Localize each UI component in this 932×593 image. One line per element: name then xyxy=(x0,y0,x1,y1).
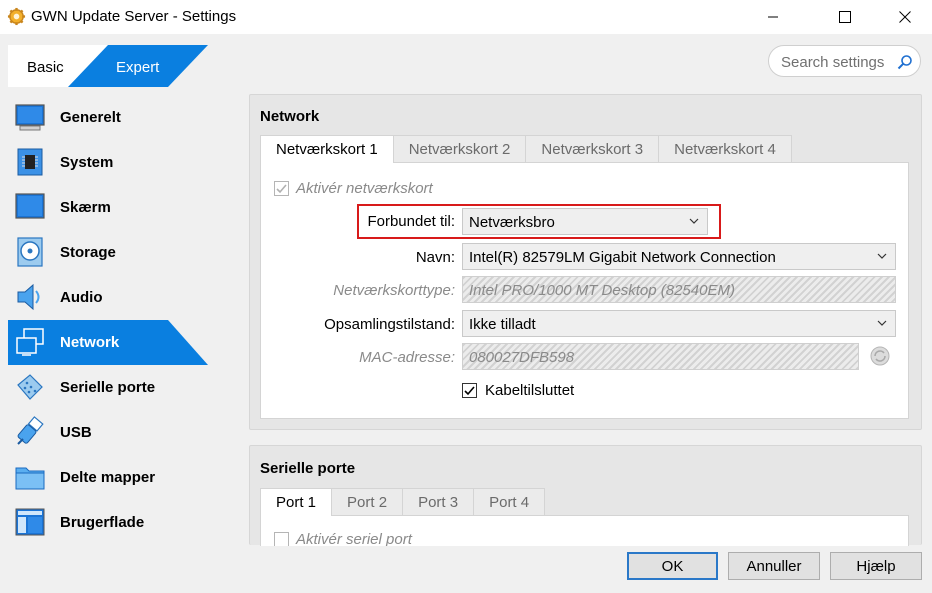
cable-connected-label: Kabeltilsluttet xyxy=(485,382,575,399)
mode-switch: Basic Expert xyxy=(8,45,208,87)
sidebar-item-label: Storage xyxy=(60,244,116,261)
sidebar-item-label: Network xyxy=(60,334,120,351)
disk-icon xyxy=(17,237,43,267)
user-interface-icon xyxy=(15,508,45,536)
adapter-type-value: Intel PRO/1000 MT Desktop (82540EM) xyxy=(469,282,735,299)
mac-address-value: 080027DFB598 xyxy=(469,349,575,366)
name-select[interactable]: Intel(R) 82579LM Gigabit Network Connect… xyxy=(462,243,896,270)
sidebar-item-brugerflade[interactable]: Brugerflade xyxy=(8,500,208,545)
network-panel: Network Netværkskort 1 Netværkskort 2 Ne… xyxy=(249,94,922,430)
minimize-icon xyxy=(768,16,778,18)
folder-icon xyxy=(15,467,45,490)
tab-port-4[interactable]: Port 4 xyxy=(473,488,546,515)
name-value: Intel(R) 82579LM Gigabit Network Connect… xyxy=(469,249,776,266)
sidebar-item-label: Delte mapper xyxy=(60,469,156,486)
search-box xyxy=(768,45,921,77)
chevron-down-icon xyxy=(877,253,887,259)
cable-connected-checkbox[interactable] xyxy=(462,383,477,398)
serial-panel-title: Serielle porte xyxy=(260,460,356,477)
gear-app-icon xyxy=(7,7,26,26)
maximize-button[interactable] xyxy=(822,0,868,34)
network-adapter-tabs: Netværkskort 1 Netværkskort 2 Netværksko… xyxy=(260,135,792,163)
enable-adapter-label: Aktivér netværkskort xyxy=(296,180,433,197)
sidebar-item-skaerm[interactable]: Skærm xyxy=(8,185,208,230)
tab-port-3[interactable]: Port 3 xyxy=(402,488,475,515)
tab-adapter-4[interactable]: Netværkskort 4 xyxy=(658,135,792,162)
sidebar-item-storage[interactable]: Storage xyxy=(8,230,208,275)
mac-address-field[interactable]: 080027DFB598 xyxy=(462,343,859,370)
attached-to-label: Forbundet til: xyxy=(367,213,455,230)
tab-adapter-3[interactable]: Netværkskort 3 xyxy=(525,135,660,162)
sidebar-item-generelt[interactable]: Generelt xyxy=(8,95,208,140)
tab-port-2[interactable]: Port 2 xyxy=(331,488,404,515)
sidebar-item-label: Brugerflade xyxy=(60,514,145,531)
network-adapter-body: Aktivér netværkskort Forbundet til: Netv… xyxy=(260,162,909,419)
adapter-type-select[interactable]: Intel PRO/1000 MT Desktop (82540EM) xyxy=(462,276,896,303)
tab-adapter-1[interactable]: Netværkskort 1 xyxy=(260,135,394,163)
sidebar-item-delte-mapper[interactable]: Delte mapper xyxy=(8,455,208,500)
minimize-button[interactable] xyxy=(750,0,796,34)
enable-serial-label: Aktivér seriel port xyxy=(296,531,412,546)
title-bar: GWN Update Server - Settings xyxy=(0,0,932,34)
promiscuous-mode-value: Ikke tilladt xyxy=(469,316,536,333)
enable-adapter-checkbox[interactable] xyxy=(274,181,289,196)
serial-port-body: Aktivér seriel port xyxy=(260,515,909,546)
chevron-down-icon xyxy=(877,320,887,326)
sidebar-item-label: Generelt xyxy=(60,109,121,126)
maximize-icon xyxy=(839,11,851,23)
mac-address-label: MAC-adresse: xyxy=(359,349,455,366)
sidebar-item-audio[interactable]: Audio xyxy=(8,275,208,320)
serial-port-icon xyxy=(17,374,43,400)
checkmark-icon xyxy=(464,386,475,396)
sidebar-item-label: Skærm xyxy=(60,199,111,216)
network-panel-title: Network xyxy=(260,108,320,125)
refresh-mac-icon[interactable] xyxy=(869,345,891,367)
sidebar-item-system[interactable]: System xyxy=(8,140,208,185)
chip-icon xyxy=(17,148,43,176)
search-icon[interactable] xyxy=(897,54,913,70)
tab-port-1[interactable]: Port 1 xyxy=(260,488,333,516)
close-icon xyxy=(899,11,911,23)
sidebar-item-serielle-porte[interactable]: Serielle porte xyxy=(8,365,208,410)
mode-basic-label: Basic xyxy=(27,59,64,76)
name-label: Navn: xyxy=(415,249,455,266)
settings-sidebar: Generelt System Skærm Storage Audio Netw… xyxy=(8,95,208,545)
close-button[interactable] xyxy=(882,0,928,34)
sidebar-item-label: Audio xyxy=(60,289,103,306)
attached-to-value: Netværksbro xyxy=(469,214,555,231)
network-icon xyxy=(16,328,44,356)
speaker-icon xyxy=(17,283,40,311)
cancel-button[interactable]: Annuller xyxy=(728,552,820,580)
ok-button[interactable]: OK xyxy=(627,552,718,580)
sidebar-item-label: System xyxy=(60,154,114,171)
sidebar-item-label: Serielle porte xyxy=(60,379,156,396)
tab-adapter-2[interactable]: Netværkskort 2 xyxy=(392,135,527,162)
window-title: GWN Update Server - Settings xyxy=(31,8,237,25)
checkmark-icon xyxy=(276,184,287,194)
mode-expert-label: Expert xyxy=(116,59,160,76)
mode-expert-tab[interactable]: Expert xyxy=(68,45,208,87)
display-icon xyxy=(15,193,45,219)
sidebar-item-label: USB xyxy=(60,424,92,441)
help-button[interactable]: Hjælp xyxy=(830,552,922,580)
sidebar-item-usb[interactable]: USB xyxy=(8,410,208,455)
sidebar-item-network[interactable]: Network xyxy=(8,320,208,365)
promiscuous-mode-label: Opsamlingstilstand: xyxy=(324,316,455,333)
search-input[interactable] xyxy=(781,52,891,72)
monitor-general-icon xyxy=(15,104,45,131)
usb-icon xyxy=(17,416,44,445)
enable-serial-checkbox[interactable] xyxy=(274,532,289,546)
adapter-type-label: Netværkskorttype: xyxy=(333,282,455,299)
serial-port-tabs: Port 1 Port 2 Port 3 Port 4 xyxy=(260,488,546,516)
serial-panel: Serielle porte Port 1 Port 2 Port 3 Port… xyxy=(249,445,922,546)
attached-to-select[interactable]: Netværksbro xyxy=(462,208,708,235)
chevron-down-icon xyxy=(689,218,699,224)
promiscuous-mode-select[interactable]: Ikke tilladt xyxy=(462,310,896,337)
